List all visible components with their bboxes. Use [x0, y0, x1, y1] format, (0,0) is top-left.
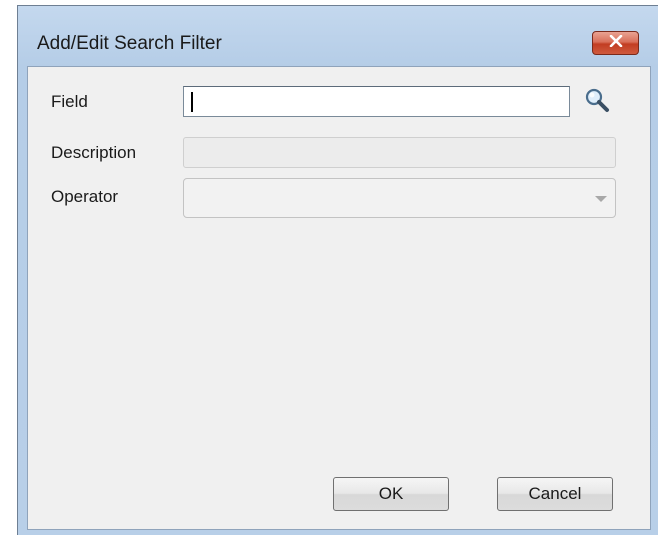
magnifier-icon	[584, 87, 610, 118]
close-button[interactable]	[592, 31, 639, 55]
close-icon	[609, 34, 623, 52]
cancel-button[interactable]: Cancel	[497, 477, 613, 511]
operator-select[interactable]	[183, 178, 616, 218]
description-field	[183, 137, 616, 168]
operator-label: Operator	[51, 187, 119, 206]
dialog-body: Field Description Operator OK Cancel	[27, 66, 651, 530]
ok-button[interactable]: OK	[333, 477, 449, 511]
field-label: Field	[51, 92, 88, 111]
chevron-down-icon	[595, 196, 607, 202]
field-search-button[interactable]	[582, 87, 612, 117]
description-label: Description	[51, 143, 137, 162]
title-bar[interactable]: Add/Edit Search Filter	[18, 6, 658, 66]
field-input[interactable]	[183, 86, 570, 117]
dialog-title: Add/Edit Search Filter	[37, 33, 222, 54]
dialog-window: Add/Edit Search Filter Field Description…	[17, 5, 658, 535]
text-caret	[191, 92, 193, 112]
